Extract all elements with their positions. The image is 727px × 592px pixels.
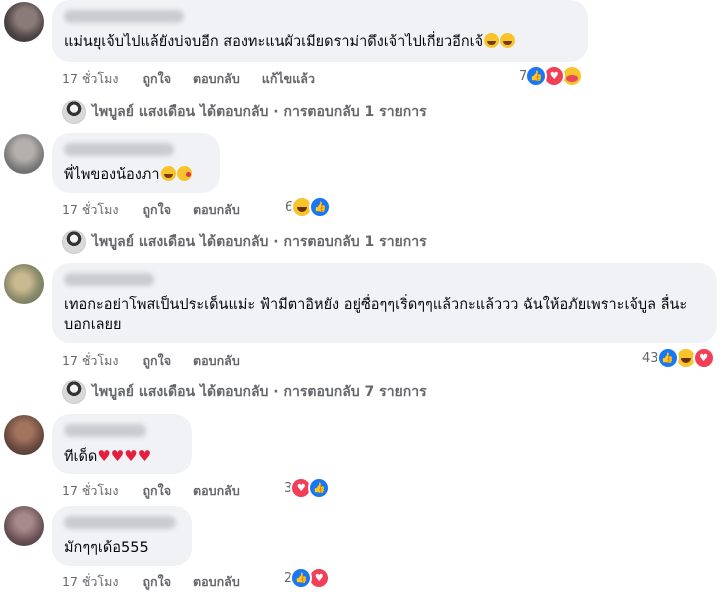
blurred-commenter-name[interactable] — [64, 10, 184, 23]
view-replies-link[interactable]: ไพบูลย์ แสงเดือน ได้ตอบกลับ · การตอบกลับ… — [62, 379, 427, 405]
comment-text: ทีเด็ด♥♥♥♥ — [64, 447, 152, 465]
blurred-commenter-name[interactable] — [64, 273, 154, 286]
reply-count: การตอบกลับ 1 รายการ — [283, 104, 427, 120]
commenter-avatar[interactable] — [4, 415, 44, 455]
like-link[interactable]: ถูกใจ — [142, 353, 171, 368]
comment-actions: 17 ชั่วโมง ถูกใจ ตอบกลับ — [62, 572, 262, 592]
like-reaction-icon: 👍 — [656, 347, 679, 369]
like-reaction-icon: 👍 — [309, 196, 332, 218]
reply-count: การตอบกลับ 1 รายการ — [283, 234, 427, 250]
replier-name: ไพบูลย์ แสงเดือน — [92, 384, 196, 400]
reply-link[interactable]: ตอบกลับ — [193, 483, 240, 498]
reaction-summary[interactable]: 7 👍 ♥ — [519, 65, 584, 87]
reaction-summary[interactable]: 3 ♥ 👍 — [284, 477, 331, 499]
comment-text: มักๆๆเด้อ555 — [64, 540, 149, 556]
like-link[interactable]: ถูกใจ — [142, 202, 171, 217]
comment-actions: 17 ชั่วโมง ถูกใจ ตอบกลับ — [62, 351, 262, 371]
kissing-emoji — [176, 166, 192, 181]
reply-link[interactable]: ตอบกลับ — [193, 353, 240, 368]
view-replies-link[interactable]: ไพบูลย์ แสงเดือน ได้ตอบกลับ · การตอบกลับ… — [62, 229, 427, 255]
commenter-avatar[interactable] — [4, 264, 44, 304]
separator-dot: · — [273, 384, 279, 400]
like-reaction-icon: 👍 — [308, 477, 331, 499]
reply-action-text: ได้ตอบกลับ — [199, 384, 269, 400]
comment-time-link[interactable]: 17 ชั่วโมง — [62, 353, 118, 368]
rolling-laughing-emoji — [160, 166, 176, 181]
rolling-laughing-emoji — [484, 33, 500, 48]
reply-action-text: ได้ตอบกลับ — [199, 234, 269, 250]
red-hearts-emoji: ♥♥♥♥ — [97, 447, 152, 465]
reply-link[interactable]: ตอบกลับ — [193, 202, 240, 217]
separator-dot: · — [273, 104, 279, 120]
blurred-commenter-name[interactable] — [64, 424, 146, 437]
comment-text: พี่ไพของน้องภา — [64, 165, 208, 185]
replier-name: ไพบูลย์ แสงเดือน — [92, 104, 196, 120]
comment-bubble: เทอกะอย่าโพสเป็นประเด็นแม่ะ ฟ้ามีตาอิหยั… — [52, 263, 717, 343]
blurred-commenter-name[interactable] — [64, 143, 174, 156]
edited-label[interactable]: แก้ไขแล้ว — [262, 71, 315, 86]
reaction-summary[interactable]: 6 👍 — [285, 196, 332, 218]
like-reaction-icon: 👍 — [290, 567, 313, 589]
view-replies-link[interactable]: ไพบูลย์ แสงเดือน ได้ตอบกลับ · การตอบกลับ… — [62, 99, 427, 125]
love-reaction-icon: ♥ — [692, 347, 715, 369]
commenter-avatar[interactable] — [4, 506, 44, 546]
comment-actions: 17 ชั่วโมง ถูกใจ ตอบกลับ แก้ไขแล้ว — [62, 69, 337, 89]
replier-avatar — [62, 380, 86, 404]
comment-bubble: แม่นยุเจ้บไปแล้ยังบ่จบอีก สองทะแนผัวเมีย… — [52, 0, 588, 62]
replier-avatar — [62, 230, 86, 254]
commenter-avatar[interactable] — [4, 2, 44, 42]
comment-time-link[interactable]: 17 ชั่วโมง — [62, 202, 118, 217]
comment-bubble: มักๆๆเด้อ555 — [52, 506, 192, 566]
comment-actions: 17 ชั่วโมง ถูกใจ ตอบกลับ — [62, 200, 262, 220]
like-reaction-icon: 👍 — [525, 65, 548, 87]
like-link[interactable]: ถูกใจ — [142, 574, 171, 589]
blurred-commenter-name[interactable] — [64, 516, 176, 529]
replier-name: ไพบูลย์ แสงเดือน — [92, 234, 196, 250]
rolling-laughing-emoji — [500, 33, 516, 48]
like-link[interactable]: ถูกใจ — [142, 71, 171, 86]
reply-action-text: ได้ตอบกลับ — [199, 104, 269, 120]
comment-bubble: พี่ไพของน้องภา — [52, 133, 220, 193]
comment-time-link[interactable]: 17 ชั่วโมง — [62, 71, 118, 86]
like-link[interactable]: ถูกใจ — [142, 483, 171, 498]
reply-link[interactable]: ตอบกลับ — [193, 574, 240, 589]
comment-time-link[interactable]: 17 ชั่วโมง — [62, 574, 118, 589]
comment-text: เทอกะอย่าโพสเป็นประเด็นแม่ะ ฟ้ามีตาอิหยั… — [64, 297, 688, 333]
reaction-summary[interactable]: 43 👍 ♥ — [642, 347, 715, 369]
reaction-summary[interactable]: 2 👍 ♥ — [284, 567, 331, 589]
comment-text: แม่นยุเจ้บไปแล้ยังบ่จบอีก สองทะแนผัวเมีย… — [64, 32, 576, 52]
commenter-avatar[interactable] — [4, 134, 44, 174]
comment-bubble: ทีเด็ด♥♥♥♥ — [52, 414, 192, 474]
reply-link[interactable]: ตอบกลับ — [193, 71, 240, 86]
replier-avatar — [62, 100, 86, 124]
reply-count: การตอบกลับ 7 รายการ — [283, 384, 427, 400]
comment-time-link[interactable]: 17 ชั่วโมง — [62, 483, 118, 498]
separator-dot: · — [273, 234, 279, 250]
comment-actions: 17 ชั่วโมง ถูกใจ ตอบกลับ — [62, 481, 262, 501]
